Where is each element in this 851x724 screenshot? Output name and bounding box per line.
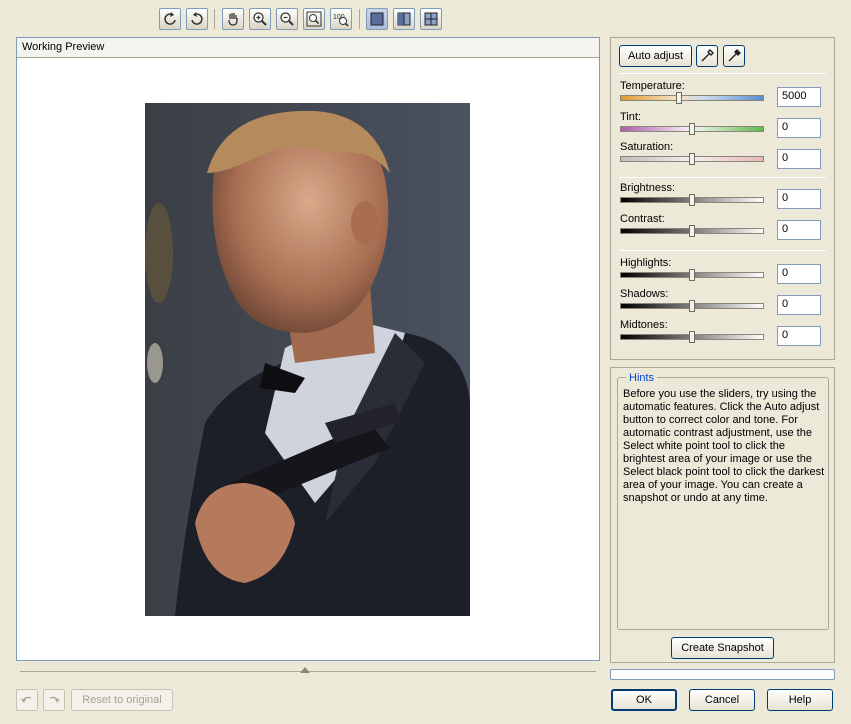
hints-title: Hints bbox=[626, 372, 658, 384]
saturation-thumb[interactable] bbox=[689, 153, 695, 165]
help-button[interactable]: Help bbox=[767, 689, 833, 711]
highlights-thumb[interactable] bbox=[689, 269, 695, 281]
shadows-slider[interactable] bbox=[620, 300, 764, 312]
contrast-label: Contrast: bbox=[620, 213, 665, 225]
temperature-slider[interactable] bbox=[620, 92, 764, 104]
midtones-thumb[interactable] bbox=[689, 331, 695, 343]
cancel-button[interactable]: Cancel bbox=[689, 689, 755, 711]
ok-button[interactable]: OK bbox=[611, 689, 677, 711]
zoom-100-button[interactable]: 100 bbox=[330, 8, 352, 30]
single-view-button[interactable] bbox=[366, 8, 388, 30]
preview-title: Working Preview bbox=[17, 38, 599, 58]
create-snapshot-button[interactable]: Create Snapshot bbox=[671, 637, 774, 659]
shadows-thumb[interactable] bbox=[689, 300, 695, 312]
brightness-slider[interactable] bbox=[620, 194, 764, 206]
select-white-point-button[interactable] bbox=[696, 45, 718, 67]
saturation-label: Saturation: bbox=[620, 141, 674, 153]
brightness-thumb[interactable] bbox=[689, 194, 695, 206]
saturation-input[interactable]: 0 bbox=[777, 149, 821, 169]
hints-group: Hints Before you use the sliders, try us… bbox=[617, 372, 829, 630]
pan-button[interactable] bbox=[222, 8, 244, 30]
photo-content bbox=[145, 103, 470, 616]
rotate-left-button[interactable] bbox=[159, 8, 181, 30]
shadows-input[interactable]: 0 bbox=[777, 295, 821, 315]
hints-panel: Hints Before you use the sliders, try us… bbox=[610, 367, 835, 663]
temperature-thumb[interactable] bbox=[676, 92, 683, 104]
midtones-slider[interactable] bbox=[620, 331, 764, 343]
splitter-grip[interactable] bbox=[300, 667, 310, 673]
progress-bar bbox=[610, 669, 835, 680]
zoom-fit-icon bbox=[306, 11, 322, 27]
brightness-label: Brightness: bbox=[620, 182, 676, 194]
rotate-right-icon bbox=[191, 12, 203, 25]
midtones-label: Midtones: bbox=[620, 319, 668, 331]
eyedropper-black-icon bbox=[728, 49, 741, 62]
redo-icon bbox=[49, 696, 60, 703]
quad-view-button[interactable] bbox=[420, 8, 442, 30]
saturation-slider[interactable] bbox=[620, 153, 764, 165]
brightness-input[interactable]: 0 bbox=[777, 189, 821, 209]
adjustments-panel: Auto adjust Temperature: 5000 Tint: 0 Sa… bbox=[610, 37, 835, 360]
temperature-input[interactable]: 5000 bbox=[777, 87, 821, 107]
hand-icon bbox=[228, 13, 238, 26]
contrast-thumb[interactable] bbox=[689, 225, 695, 237]
select-black-point-button[interactable] bbox=[723, 45, 745, 67]
highlights-slider[interactable] bbox=[620, 269, 764, 281]
redo-button[interactable] bbox=[43, 689, 65, 711]
zoom-fit-button[interactable] bbox=[303, 8, 325, 30]
zoom-in-button[interactable] bbox=[249, 8, 271, 30]
quad-view-icon bbox=[424, 12, 438, 26]
highlights-label: Highlights: bbox=[620, 257, 672, 269]
split-view-button[interactable] bbox=[393, 8, 415, 30]
reset-to-original-button[interactable]: Reset to original bbox=[71, 689, 173, 711]
single-view-icon bbox=[370, 12, 384, 26]
shadows-label: Shadows: bbox=[620, 288, 669, 300]
tint-label: Tint: bbox=[620, 111, 641, 123]
temperature-label: Temperature: bbox=[620, 80, 685, 92]
auto-adjust-button[interactable]: Auto adjust bbox=[619, 45, 692, 67]
rotate-left-icon bbox=[164, 12, 176, 25]
rotate-right-button[interactable] bbox=[186, 8, 208, 30]
zoom-100-icon: 100 bbox=[333, 14, 349, 27]
tint-input[interactable]: 0 bbox=[777, 118, 821, 138]
undo-icon bbox=[21, 696, 32, 703]
preview-image[interactable] bbox=[145, 103, 470, 616]
zoom-in-icon bbox=[253, 12, 267, 26]
eyedropper-white-icon bbox=[701, 49, 714, 62]
contrast-input[interactable]: 0 bbox=[777, 220, 821, 240]
tint-slider[interactable] bbox=[620, 123, 764, 135]
hints-text: Before you use the sliders, try using th… bbox=[623, 388, 825, 504]
split-view-icon bbox=[397, 12, 411, 26]
contrast-slider[interactable] bbox=[620, 225, 764, 237]
working-preview-panel: Working Preview bbox=[16, 37, 600, 661]
midtones-input[interactable]: 0 bbox=[777, 326, 821, 346]
highlights-input[interactable]: 0 bbox=[777, 264, 821, 284]
tint-thumb[interactable] bbox=[689, 123, 695, 135]
zoom-out-icon bbox=[280, 12, 294, 26]
undo-button[interactable] bbox=[16, 689, 38, 711]
zoom-out-button[interactable] bbox=[276, 8, 298, 30]
